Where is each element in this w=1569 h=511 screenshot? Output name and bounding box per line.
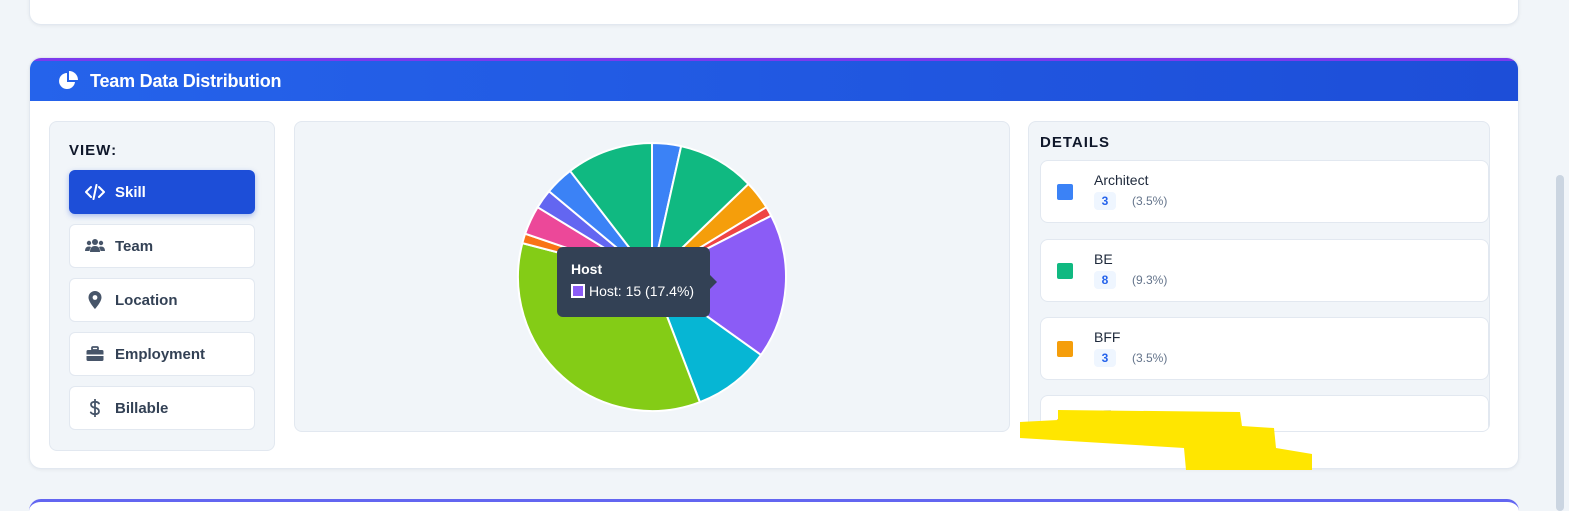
briefcase-icon (85, 345, 105, 363)
detail-count: 8 (1094, 271, 1116, 289)
previous-card (29, 0, 1519, 25)
detail-name: BFF (1094, 329, 1121, 345)
detail-swatch (1057, 184, 1073, 200)
highlighter-annotation (1020, 410, 1312, 470)
view-billable-button[interactable]: Billable (69, 386, 255, 430)
view-skill-button[interactable]: Skill (69, 170, 255, 214)
detail-name: Architect (1094, 172, 1149, 188)
tooltip-swatch (571, 284, 585, 298)
view-label: VIEW: (69, 142, 118, 159)
detail-swatch (1057, 341, 1073, 357)
tooltip-title: Host (571, 261, 603, 277)
detail-item-architect[interactable]: Architect 3 (3.5%) (1040, 160, 1489, 223)
code-icon (85, 183, 105, 201)
detail-percent: (9.3%) (1132, 273, 1168, 287)
view-panel: VIEW: Skill Team Location Employment Bil… (49, 121, 275, 451)
users-icon (85, 237, 105, 255)
detail-percent: (3.5%) (1132, 351, 1168, 365)
view-location-label: Location (115, 291, 178, 309)
detail-name: BE (1094, 251, 1113, 267)
view-location-button[interactable]: Location (69, 278, 255, 322)
view-employment-label: Employment (115, 345, 206, 363)
dollar-icon (85, 399, 105, 417)
chart-panel: Host Host: 15 (17.4%) (294, 121, 1010, 432)
card-header: Team Data Distribution (30, 58, 1518, 101)
map-pin-icon (85, 291, 105, 309)
view-team-button[interactable]: Team (69, 224, 255, 268)
detail-percent: (3.5%) (1132, 194, 1168, 208)
view-employment-button[interactable]: Employment (69, 332, 255, 376)
detail-count: 3 (1094, 192, 1116, 210)
tooltip-text: Host: 15 (17.4%) (589, 283, 695, 299)
view-team-label: Team (115, 237, 154, 255)
details-panel: DETAILS Architect 3 (3.5%) BE 8 (9.3%) B… (1028, 121, 1490, 432)
view-billable-label: Billable (115, 399, 169, 417)
chart-tooltip: Host Host: 15 (17.4%) (557, 247, 717, 317)
details-label: DETAILS (1040, 134, 1111, 151)
page-scrollbar[interactable] (1556, 175, 1564, 511)
view-skill-label: Skill (115, 183, 146, 201)
pie-chart-icon (59, 71, 78, 89)
next-card (29, 499, 1519, 511)
detail-count: 3 (1094, 349, 1116, 367)
card-title: Team Data Distribution (90, 70, 282, 91)
detail-item-be[interactable]: BE 8 (9.3%) (1040, 239, 1489, 302)
detail-item-bff[interactable]: BFF 3 (3.5%) (1040, 317, 1489, 380)
detail-swatch (1057, 263, 1073, 279)
